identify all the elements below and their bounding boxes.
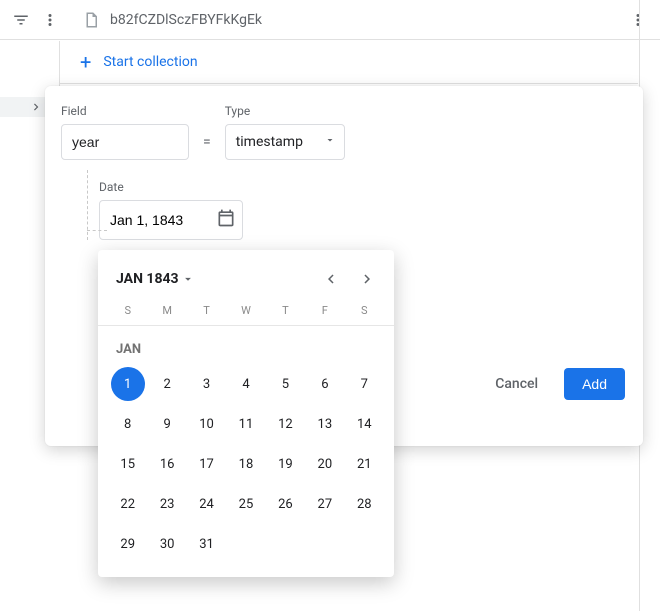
calendar-day[interactable]: 4 [226, 367, 265, 401]
more-vert-icon[interactable] [37, 6, 62, 34]
date-input[interactable] [99, 200, 243, 240]
calendar-day[interactable]: 26 [266, 487, 305, 521]
calendar-day[interactable]: 11 [226, 407, 265, 441]
calendar-day[interactable]: 15 [108, 447, 147, 481]
calendar-day[interactable]: 21 [345, 447, 384, 481]
calendar-day[interactable]: 18 [226, 447, 265, 481]
calendar-day[interactable]: 30 [147, 527, 186, 561]
doc-id: b82fCZDlSczFBYFkKgEk [110, 12, 262, 28]
calendar-day[interactable]: 10 [187, 407, 226, 441]
topbar: b82fCZDlSczFBYFkKgEk [0, 0, 660, 40]
calendar-icon[interactable] [216, 208, 236, 232]
tree-line [87, 230, 107, 231]
caret-down-icon [181, 272, 195, 286]
calendar-day[interactable]: 27 [305, 487, 344, 521]
calendar-day[interactable]: 28 [345, 487, 384, 521]
calendar-day[interactable]: 31 [187, 527, 226, 561]
next-month-button[interactable] [352, 264, 382, 294]
calendar-day[interactable]: 23 [147, 487, 186, 521]
field-label: Field [61, 104, 189, 118]
calendar-day[interactable]: 17 [187, 447, 226, 481]
calendar-day[interactable]: 12 [266, 407, 305, 441]
add-button[interactable]: Add [564, 368, 625, 400]
field-name-input[interactable] [61, 124, 189, 160]
calendar-day[interactable]: 16 [147, 447, 186, 481]
caret-down-icon [324, 134, 336, 150]
dow-label: F [305, 304, 344, 317]
calendar-day[interactable]: 14 [345, 407, 384, 441]
dow-label: W [226, 304, 265, 317]
cancel-button[interactable]: Cancel [487, 370, 546, 398]
calendar-day[interactable]: 8 [108, 407, 147, 441]
type-label: Type [225, 104, 345, 118]
calendar-month-label: JAN [98, 326, 394, 363]
day-of-week-row: SMTWTFS [98, 302, 394, 326]
calendar-day[interactable]: 9 [147, 407, 186, 441]
month-year-button[interactable]: JAN 1843 [116, 271, 195, 287]
dow-label: T [187, 304, 226, 317]
calendar-day[interactable]: 24 [187, 487, 226, 521]
dow-label: S [345, 304, 384, 317]
calendar-day[interactable]: 25 [226, 487, 265, 521]
dow-label: T [266, 304, 305, 317]
dow-label: M [147, 304, 186, 317]
calendar-day[interactable]: 13 [305, 407, 344, 441]
calendar-grid: 1234567891011121314151617181920212223242… [98, 363, 394, 565]
month-year-label: JAN 1843 [116, 271, 179, 287]
calendar-day[interactable]: 29 [108, 527, 147, 561]
calendar-day[interactable]: 2 [147, 367, 186, 401]
equals-sign: = [201, 124, 213, 160]
start-collection-label: Start collection [103, 54, 197, 70]
calendar-day[interactable]: 22 [108, 487, 147, 521]
doc-more-vert-icon[interactable] [624, 6, 652, 34]
calendar-day[interactable]: 1 [111, 367, 145, 401]
prev-month-button[interactable] [316, 264, 346, 294]
calendar-day[interactable]: 6 [305, 367, 344, 401]
calendar-day[interactable]: 7 [345, 367, 384, 401]
calendar-day[interactable]: 19 [266, 447, 305, 481]
document-icon [82, 11, 100, 29]
date-text-input[interactable] [110, 212, 210, 228]
calendar-day[interactable]: 3 [187, 367, 226, 401]
calendar-day[interactable]: 20 [305, 447, 344, 481]
datepicker: JAN 1843 SMTWTFS JAN 1234567891011121314… [98, 250, 394, 577]
type-value: timestamp [236, 134, 303, 150]
start-collection-button[interactable]: + Start collection [60, 40, 638, 84]
plus-icon: + [80, 50, 91, 74]
date-label: Date [99, 180, 627, 194]
filter-icon[interactable] [8, 6, 33, 34]
type-select[interactable]: timestamp [225, 124, 345, 160]
dow-label: S [108, 304, 147, 317]
calendar-day[interactable]: 5 [266, 367, 305, 401]
